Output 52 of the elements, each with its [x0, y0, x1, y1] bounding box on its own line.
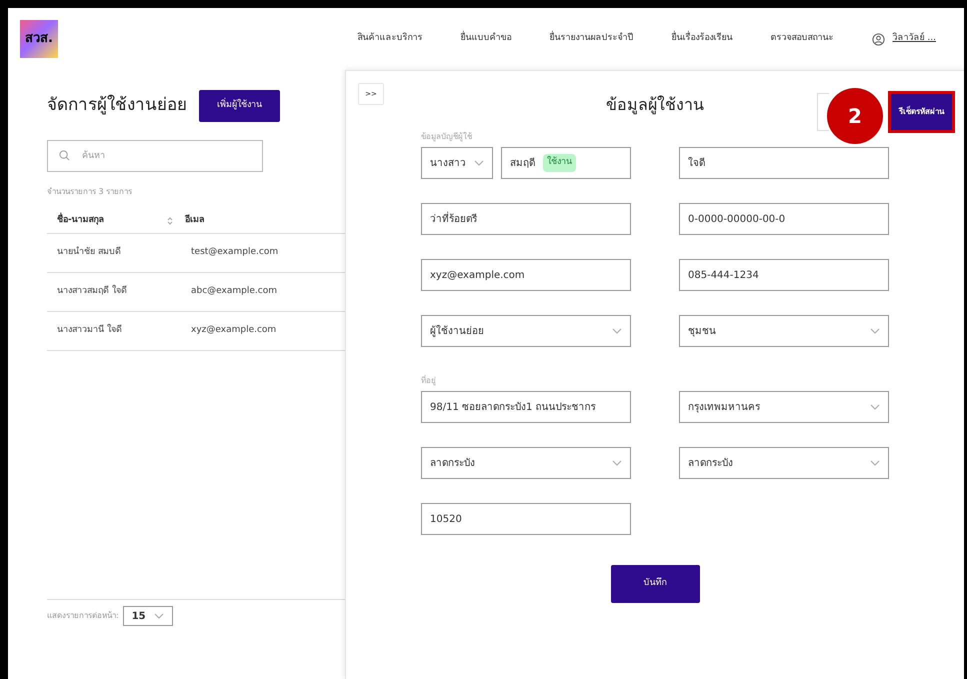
column-header: อีเมล [185, 214, 205, 227]
select-field[interactable]: ผู้ใช้งานย่อย [421, 315, 631, 347]
table-cell-text: นางสาวมานี ใจดี [57, 324, 123, 338]
chevron-down-icon [870, 404, 880, 410]
select-field[interactable]: ลาดกระบัง [421, 447, 631, 479]
chevron-down-icon [612, 460, 622, 466]
secondary-button[interactable] [817, 93, 829, 131]
panel-title: ข้อมูลผู้ใช้งาน [606, 94, 704, 116]
nav-link[interactable]: ตรวจสอบสถานะ [770, 32, 834, 46]
user-link[interactable]: วิลาวัลย์ ... [892, 32, 936, 46]
page-size-label: แสดงรายการต่อหน้า: [47, 610, 119, 622]
user-icon [872, 32, 885, 46]
table-cell-text: xyz@example.com [191, 324, 276, 338]
status-badge: ใช้งาน [543, 154, 576, 172]
chevron-down-icon [870, 328, 880, 334]
result-count: จำนวนรายการ 3 รายการ [47, 186, 134, 198]
nav-link[interactable]: สินค้าและบริการ [358, 32, 423, 46]
add-user-button[interactable]: เพิ่มผู้ใช้งาน [199, 90, 280, 122]
table-cell-text: นางสาวสมฤดี ใจดี [57, 285, 128, 298]
select-field[interactable]: ชุมชน [679, 315, 889, 347]
chevron-down-icon [870, 460, 880, 466]
input-field[interactable]: ใจดี [679, 147, 889, 179]
nav-link[interactable]: ยื่นแบบคำขอ [460, 32, 512, 46]
save-button[interactable]: บันทึก [610, 565, 700, 603]
select-field[interactable]: กรุงเทพมหานคร [679, 391, 889, 423]
step-marker: 2 [827, 88, 883, 144]
input-field[interactable]: xyz@example.com [421, 259, 631, 291]
search-icon [59, 150, 70, 161]
nav-link[interactable]: ยื่นเรื่องร้องเรียน [672, 32, 733, 46]
column-header[interactable]: ชื่อ-นามสกุล [57, 214, 167, 228]
section-label: ข้อมูลบัญชีผู้ใช้ [421, 131, 473, 143]
chevron-down-icon [612, 328, 622, 334]
table-cell-text: abc@example.com [191, 285, 277, 298]
table-cell-text: test@example.com [191, 246, 278, 260]
input-field[interactable]: 0-0000-00000-00-0 [679, 203, 889, 235]
chevron-down-icon [474, 160, 484, 166]
input-field[interactable]: 085-444-1234 [679, 259, 889, 291]
search-field[interactable]: ค้นหา [47, 140, 263, 172]
input-field[interactable]: 10520 [421, 503, 631, 535]
logo[interactable]: สวส. [20, 20, 58, 58]
table-cell-text: นายนำชัย สมบดี [57, 246, 122, 260]
page-size-select[interactable]: 15 [122, 606, 173, 626]
input-field[interactable]: ว่าที่ร้อยตรี [421, 203, 631, 235]
prefix-select[interactable]: นางสาว [421, 147, 493, 179]
input-field[interactable]: 98/11 ซอยลาดกระบัง1 ถนนประชากร [421, 391, 631, 423]
section-label: ที่อยู่ [421, 375, 437, 387]
select-field[interactable]: ลาดกระบัง [679, 447, 889, 479]
nav-link[interactable]: ยื่นรายงานผลประจำปี [550, 32, 634, 46]
first-name-field[interactable]: สมฤดี ใช้งาน [501, 147, 631, 179]
panel-title: จัดการผู้ใช้งานย่อย [47, 94, 187, 118]
reset-password-button[interactable]: รีเซ็ตรหัสผ่าน [891, 94, 952, 130]
chevron-down-icon [154, 613, 164, 619]
